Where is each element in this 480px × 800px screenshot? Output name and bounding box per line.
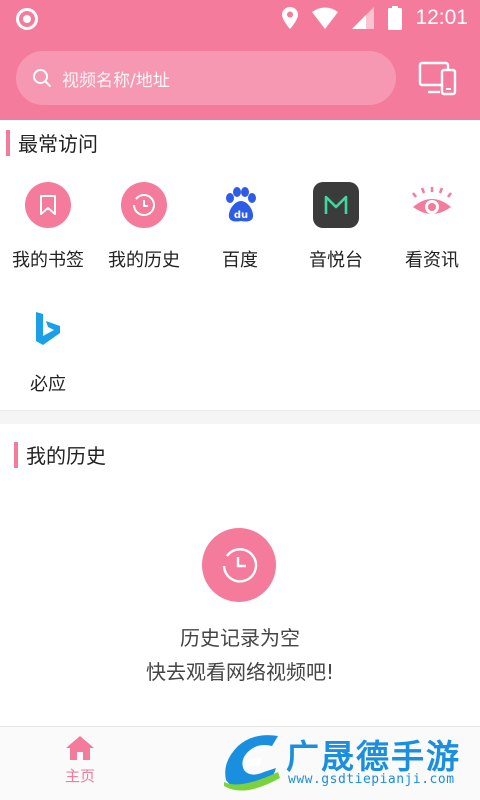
history-section-title: 我的历史 (14, 440, 106, 469)
eye-icon (409, 182, 455, 228)
frequent-title-text: 最常访问 (18, 132, 98, 156)
shortcut-bing[interactable]: 必应 (0, 306, 96, 416)
cast-device-icon[interactable] (418, 58, 458, 98)
shortcut-label: 我的书签 (12, 250, 84, 271)
shortcut-baidu[interactable]: du 百度 (192, 182, 288, 292)
battery-icon (388, 6, 402, 30)
wifi-icon (312, 7, 338, 29)
empty-history-hint: 快去观看网络视频吧! (145, 660, 335, 684)
shortcut-news[interactable]: 看资讯 (384, 182, 480, 292)
watermark-title: 广晟德手游 (286, 737, 461, 776)
bookmark-icon (25, 182, 71, 228)
tab-home[interactable]: 主页 (40, 735, 120, 786)
title-accent-bar (6, 129, 10, 156)
status-bar: 12:01 (0, 0, 480, 36)
shortcut-label: 我的历史 (108, 250, 180, 271)
signal-icon (352, 7, 374, 29)
svg-text:du: du (234, 210, 248, 221)
site-watermark: 广晟德手游 www.gsdtiepianji.com (218, 728, 480, 800)
empty-history-clock-icon (202, 528, 276, 602)
search-input[interactable]: 视频名称/地址 (16, 51, 396, 105)
watermark-logo-icon (224, 735, 280, 791)
bing-icon (25, 306, 71, 352)
home-icon (66, 736, 94, 760)
yinyuetai-m-icon (313, 182, 359, 228)
shortcut-label: 音悦台 (309, 250, 363, 271)
shortcut-label: 百度 (222, 250, 258, 271)
tab-home-label: 主页 (64, 767, 95, 785)
notification-icon (16, 8, 38, 30)
section-divider (0, 410, 480, 424)
status-time: 12:01 (415, 6, 468, 29)
title-accent-bar (14, 441, 18, 468)
search-icon (33, 69, 51, 87)
shortcut-history[interactable]: 我的历史 (96, 182, 192, 292)
shortcut-bookmarks[interactable]: 我的书签 (0, 182, 96, 292)
baidu-paw-icon: du (217, 182, 263, 228)
shortcut-label: 必应 (30, 374, 66, 395)
frequent-section-title: 最常访问 (6, 128, 98, 157)
location-icon (282, 7, 298, 29)
shortcut-label: 看资讯 (405, 250, 459, 271)
history-clock-icon (121, 182, 167, 228)
watermark-url: www.gsdtiepianji.com (288, 772, 455, 787)
app-header: 12:01 视频名称/地址 (0, 0, 480, 120)
status-icons (282, 6, 402, 30)
empty-history-message: 历史记录为空 (180, 626, 300, 650)
search-placeholder: 视频名称/地址 (62, 70, 170, 91)
shortcut-yinyuetai[interactable]: 音悦台 (288, 182, 384, 292)
history-title-text: 我的历史 (26, 444, 106, 468)
